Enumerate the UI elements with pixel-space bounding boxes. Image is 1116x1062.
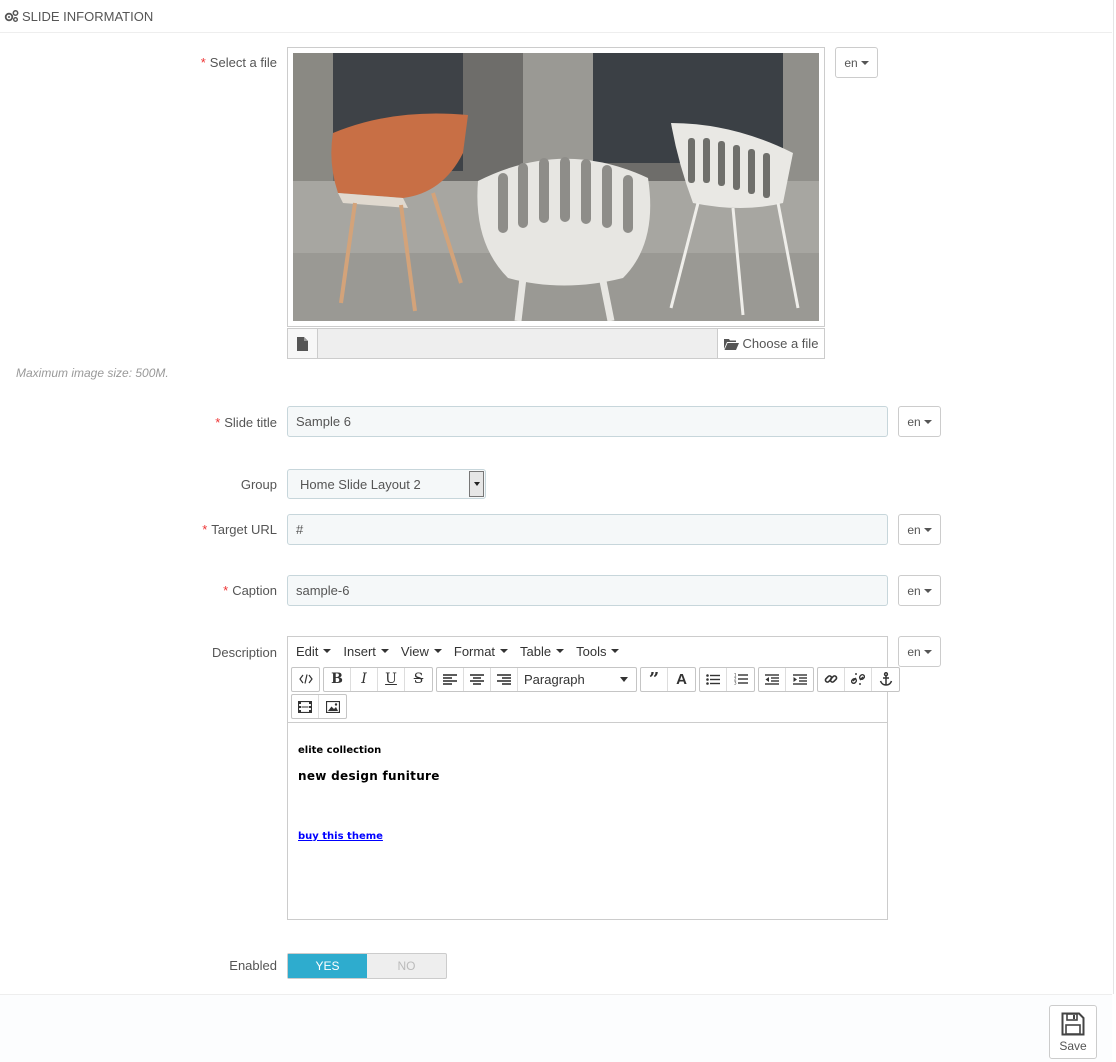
group-label: Group: [240, 477, 277, 492]
editor-toolbar: B I U S Paragraph ” A 1 2 3: [288, 665, 900, 693]
caret-down-icon: [323, 649, 332, 653]
lang-select-file[interactable]: en: [835, 47, 878, 78]
required-marker: *: [202, 522, 208, 537]
enabled-switch[interactable]: YES NO: [287, 953, 447, 979]
insert-image-icon[interactable]: [319, 695, 346, 718]
caret-down-icon: [500, 649, 509, 653]
editor-content[interactable]: elite collection new design funiture buy…: [288, 723, 887, 864]
caret-down-icon: [556, 649, 565, 653]
target-url-input[interactable]: #: [287, 514, 888, 545]
lang-target-url[interactable]: en: [898, 514, 941, 545]
lang-caption[interactable]: en: [898, 575, 941, 606]
rich-text-editor: Edit Insert View Format Table Tools B I …: [287, 636, 900, 920]
enabled-no-option[interactable]: NO: [367, 954, 446, 978]
block-format-select[interactable]: Paragraph: [518, 668, 636, 691]
target-url-label: * Target URL: [202, 522, 277, 537]
strikethrough-icon[interactable]: S: [405, 668, 432, 691]
slide-title-label: * Slide title: [215, 415, 277, 430]
caret-down-icon: [923, 527, 932, 532]
panel-title: SLIDE INFORMATION: [22, 8, 154, 24]
caption-label: * Caption: [223, 583, 277, 598]
editor-menubar: Edit Insert View Format Table Tools: [288, 637, 887, 665]
slide-image: [293, 53, 819, 321]
choose-file-label: Choose a file: [742, 336, 819, 351]
menu-format[interactable]: Format: [448, 644, 514, 659]
file-input-bar[interactable]: Choose a file: [287, 328, 825, 359]
panel-header: SLIDE INFORMATION: [0, 0, 1112, 33]
caret-down-icon: [611, 649, 620, 653]
caret-down-icon: [380, 649, 389, 653]
caret-down-icon: [923, 588, 932, 593]
menu-insert[interactable]: Insert: [337, 644, 395, 659]
bullet-list-icon[interactable]: [700, 667, 727, 691]
gears-icon: [4, 10, 19, 22]
source-code-icon[interactable]: [292, 668, 319, 691]
caption-input[interactable]: sample-6: [287, 575, 888, 606]
lang-slide-title[interactable]: en: [898, 406, 941, 437]
svg-text:3: 3: [734, 681, 737, 686]
align-center-icon[interactable]: [464, 667, 491, 691]
align-left-icon[interactable]: [437, 667, 464, 691]
editor-toolbar-row2: [288, 693, 887, 723]
caret-down-icon: [923, 649, 932, 654]
required-marker: *: [215, 415, 221, 430]
caret-down-icon: [620, 676, 628, 682]
buy-theme-link[interactable]: buy this theme: [298, 831, 383, 842]
dropdown-arrow-icon: [469, 471, 484, 497]
folder-open-icon: [723, 338, 739, 350]
menu-tools[interactable]: Tools: [570, 644, 625, 659]
menu-view[interactable]: View: [395, 644, 448, 659]
outdent-icon[interactable]: [759, 667, 786, 691]
anchor-icon[interactable]: [872, 668, 899, 691]
file-name-field[interactable]: [318, 329, 717, 358]
image-preview: [287, 47, 825, 327]
italic-icon[interactable]: I: [351, 667, 378, 691]
panel-footer: [0, 994, 1112, 1062]
align-right-icon[interactable]: [491, 667, 518, 691]
link-icon[interactable]: [818, 667, 845, 691]
blockquote-icon[interactable]: ”: [641, 667, 668, 691]
max-size-hint: Maximum image size: 500M.: [16, 366, 169, 380]
numbered-list-icon[interactable]: 123: [727, 668, 754, 691]
menu-edit[interactable]: Edit: [290, 644, 337, 659]
underline-icon[interactable]: U: [378, 667, 405, 691]
enabled-yes-option[interactable]: YES: [288, 954, 367, 978]
save-button[interactable]: Save: [1049, 1005, 1097, 1059]
description-label: Description: [211, 645, 277, 660]
caret-down-icon: [433, 649, 442, 653]
save-label: Save: [1059, 1038, 1087, 1053]
lang-description[interactable]: en: [898, 636, 941, 667]
indent-icon[interactable]: [786, 668, 813, 691]
file-icon: [288, 329, 318, 358]
content-heading: new design funiture: [298, 769, 440, 783]
insert-video-icon[interactable]: [292, 695, 319, 718]
required-marker: *: [223, 583, 229, 598]
unlink-icon[interactable]: [845, 667, 872, 691]
text-color-icon[interactable]: A: [668, 668, 695, 691]
caret-down-icon: [923, 419, 932, 424]
slide-title-input[interactable]: Sample 6: [287, 406, 888, 437]
choose-file-button[interactable]: Choose a file: [717, 329, 824, 358]
required-marker: *: [200, 55, 206, 70]
menu-table[interactable]: Table: [514, 644, 570, 659]
content-heading-small: elite collection: [298, 745, 382, 756]
enabled-label: Enabled: [229, 958, 277, 973]
panel-border: [1113, 0, 1114, 994]
save-icon: [1061, 1012, 1085, 1035]
caret-down-icon: [860, 60, 869, 65]
select-file-label: * Select a file: [200, 55, 277, 70]
group-selected-value: Home Slide Layout 2: [300, 476, 421, 492]
group-select[interactable]: Home Slide Layout 2: [287, 469, 486, 499]
bold-icon[interactable]: B: [324, 667, 351, 691]
